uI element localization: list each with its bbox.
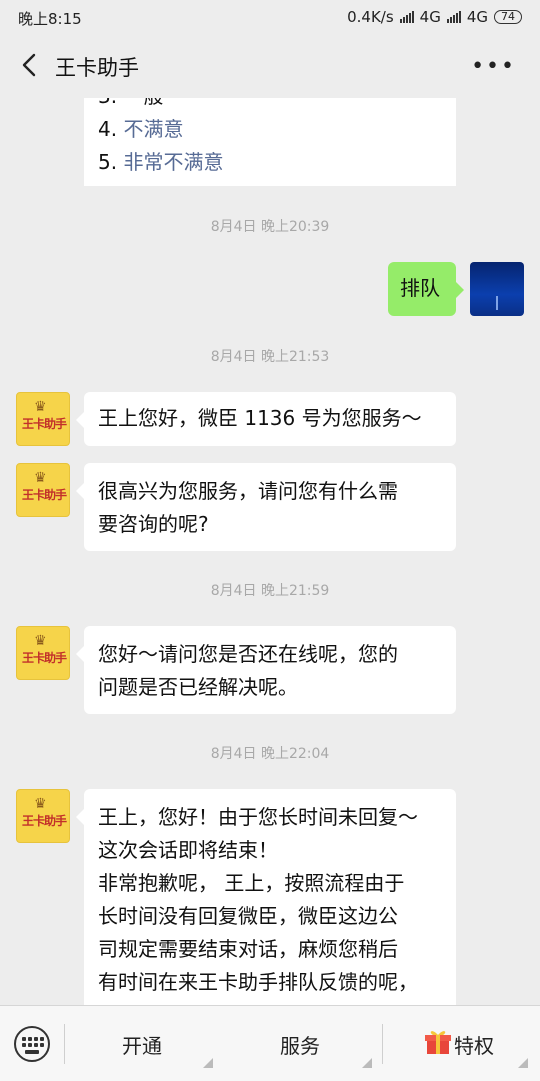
previous-message-clip: 3. 一般 4. 不满意 5. 非常不满意	[84, 98, 456, 186]
battery-icon: 74	[494, 10, 522, 24]
option-3: 3. 一般	[98, 98, 442, 113]
menu-item-service[interactable]: 服务	[280, 1030, 320, 1059]
message-text-line: 司规定需要结束对话，麻烦您稍后	[98, 937, 398, 961]
signal-icon-2	[446, 11, 461, 23]
crown-icon: ♛	[34, 796, 47, 812]
timestamp: 8月4日 晚上21:59	[210, 583, 330, 599]
status-indicators: 0.4K/s 4G 4G 74	[347, 8, 522, 26]
option-4-link[interactable]: 不满意	[123, 117, 183, 141]
status-bar: 晚上8:15 0.4K/s 4G 4G 74	[0, 0, 540, 34]
assistant-message-bubble[interactable]: 王上您好，微臣 1136 号为您服务～	[76, 392, 456, 446]
menu-item-privilege[interactable]: 特权	[454, 1030, 494, 1059]
menu-divider	[64, 1024, 65, 1064]
message-text-line: 这次会话即将结束！	[98, 838, 278, 862]
timestamp: 8月4日 晚上22:04	[210, 746, 330, 762]
message-text-line: 您好～请问您是否还在线呢，您的	[98, 642, 398, 666]
crown-icon: ♛	[34, 470, 47, 486]
message-text-line: 有时间在来王卡助手排队反馈的呢，	[98, 970, 418, 994]
signal-icon	[399, 11, 414, 23]
message-text-line: 王上，您好！由于您长时间未回复～	[98, 805, 418, 829]
assistant-avatar[interactable]: ♛ 王卡助手	[16, 626, 70, 680]
crown-icon: ♛	[34, 633, 47, 649]
assistant-avatar[interactable]: ♛ 王卡助手	[16, 789, 70, 843]
bottom-menu-bar: 开通 服务 特权	[0, 1005, 540, 1081]
keyboard-icon[interactable]	[14, 1026, 50, 1062]
gift-icon	[425, 1031, 451, 1054]
assistant-avatar-label: 王卡助手	[21, 488, 67, 502]
assistant-avatar-label: 王卡助手	[21, 651, 67, 665]
option-4[interactable]: 4. 不满意	[98, 113, 442, 146]
chat-header: 王卡助手 •••	[0, 34, 540, 98]
message-text-line: 长时间没有回复微臣，微臣这边公	[98, 904, 398, 928]
crown-icon: ♛	[34, 399, 47, 415]
user-avatar[interactable]	[470, 262, 524, 316]
option-4-number: 4.	[98, 117, 118, 141]
assistant-avatar-label: 王卡助手	[21, 417, 67, 431]
message-text-line: 要咨询的呢?	[98, 512, 209, 536]
network-type-2: 4G	[466, 8, 488, 26]
assistant-avatar[interactable]: ♛ 王卡助手	[16, 463, 70, 517]
menu-divider	[382, 1024, 383, 1064]
assistant-message-bubble[interactable]: 王上，您好！由于您长时间未回复～ 这次会话即将结束！ 非常抱歉呢， 王上，按照流…	[76, 789, 456, 1005]
assistant-avatar[interactable]: ♛ 王卡助手	[16, 392, 70, 446]
network-type-1: 4G	[419, 8, 441, 26]
chat-title: 王卡助手	[55, 56, 139, 80]
last-message-clip: 王上，您好！由于您长时间未回复～ 这次会话即将结束！ 非常抱歉呢， 王上，按照流…	[76, 789, 466, 1005]
option-5[interactable]: 5. 非常不满意	[98, 146, 442, 179]
option-5-link[interactable]: 非常不满意	[123, 150, 223, 174]
network-speed: 0.4K/s	[347, 8, 394, 26]
timestamp: 8月4日 晚上21:53	[210, 349, 330, 365]
message-text: 王上您好，微臣 1136 号为您服务～	[98, 406, 422, 430]
message-bubble-options: 3. 一般 4. 不满意 5. 非常不满意	[84, 98, 456, 186]
timestamp: 8月4日 晚上20:39	[210, 219, 330, 235]
user-message-text: 排队	[400, 276, 440, 300]
submenu-indicator-icon	[203, 1058, 213, 1068]
menu-item-open[interactable]: 开通	[122, 1030, 162, 1059]
submenu-indicator-icon	[518, 1058, 528, 1068]
assistant-message-bubble[interactable]: 您好～请问您是否还在线呢，您的 问题是否已经解决呢。	[76, 626, 456, 714]
user-message-bubble[interactable]: 排队	[388, 262, 464, 316]
message-text-line: 问题是否已经解决呢。	[98, 675, 298, 699]
option-5-number: 5.	[98, 150, 118, 174]
assistant-avatar-label: 王卡助手	[21, 814, 67, 828]
back-arrow-icon[interactable]	[18, 52, 42, 78]
status-time: 晚上8:15	[18, 10, 82, 28]
more-options-icon[interactable]: •••	[471, 54, 516, 79]
assistant-message-bubble[interactable]: 很高兴为您服务，请问您有什么需 要咨询的呢?	[76, 463, 456, 551]
message-text-line: 很高兴为您服务，请问您有什么需	[98, 479, 398, 503]
message-text-line: 非常抱歉呢， 王上，按照流程由于	[98, 871, 405, 895]
submenu-indicator-icon	[362, 1058, 372, 1068]
